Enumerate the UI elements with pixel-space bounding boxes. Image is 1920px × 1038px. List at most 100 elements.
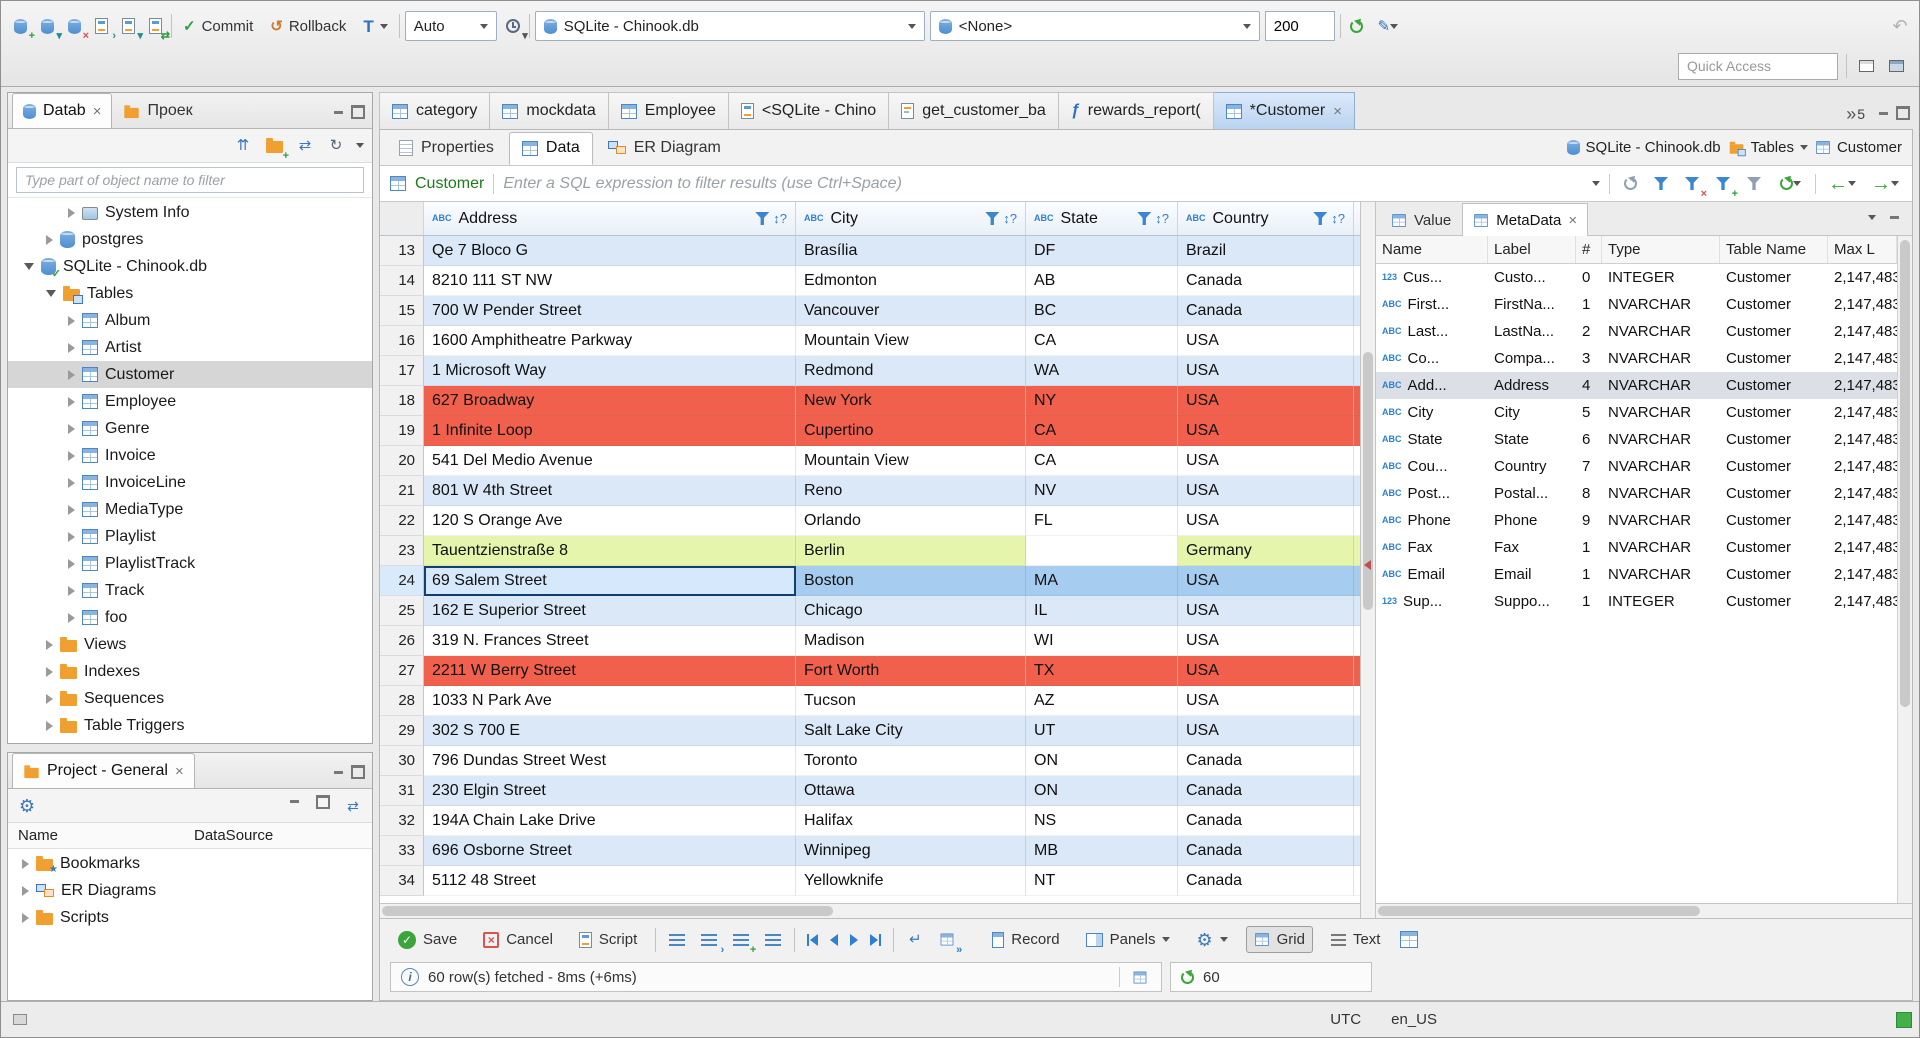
state-cell[interactable]: ON [1026,746,1178,776]
breadcrumb-database[interactable]: SQLite - Chinook.db [1566,139,1721,156]
country-cell[interactable]: USA [1178,326,1354,356]
city-cell[interactable]: Ottawa [796,776,1026,806]
row-number-cell[interactable]: 20 [380,446,424,476]
tree-item-album[interactable]: Album [8,307,372,334]
minimize-icon[interactable] [1886,209,1902,225]
state-cell[interactable]: MB [1026,836,1178,866]
state-cell[interactable]: AZ [1026,686,1178,716]
city-cell[interactable]: Fort Worth [796,656,1026,686]
tree-item-playlist[interactable]: Playlist [8,523,372,550]
tree-item-data-types[interactable]: Data Types [8,739,372,743]
metadata-row[interactable]: ABC Cou... Country 7 NVARCHAR Customer 2,147,4… [1376,453,1897,480]
state-cell[interactable]: AB [1026,266,1178,296]
country-cell[interactable]: USA [1178,356,1354,386]
view-menu-icon[interactable] [356,143,364,148]
expand-arrow-icon[interactable] [68,558,75,569]
link-project-icon[interactable]: ⇄ [342,795,364,817]
active-schema-combo[interactable]: <None> [929,11,1260,41]
row-number-cell[interactable]: 21 [380,476,424,506]
tree-item-indexes[interactable]: Indexes [8,658,372,685]
city-cell[interactable]: Berlin [796,536,1026,566]
filter-icon[interactable] [1137,212,1152,225]
close-icon[interactable]: × [175,764,184,779]
city-cell[interactable]: Toronto [796,746,1026,776]
address-cell[interactable]: 302 S 700 E [424,716,796,746]
state-cell[interactable]: NY [1026,386,1178,416]
expand-arrow-icon[interactable] [68,531,75,542]
tree-item-playlisttrack[interactable]: PlaylistTrack [8,550,372,577]
row-number-cell[interactable]: 28 [380,686,424,716]
maximize-icon[interactable] [1895,105,1911,121]
tree-item-table-triggers[interactable]: Table Triggers [8,712,372,739]
row-number-cell[interactable]: 31 [380,776,424,806]
city-cell[interactable]: Orlando [796,506,1026,536]
state-cell[interactable]: ON [1026,776,1178,806]
meta-column-header-type[interactable]: Type [1602,236,1720,263]
maximize-icon[interactable] [350,764,366,780]
row-number-cell[interactable]: 27 [380,656,424,686]
project-item-scripts[interactable]: Scripts [8,904,372,931]
address-cell[interactable]: 120 S Orange Ave [424,506,796,536]
metadata-row[interactable]: ABC City City 5 NVARCHAR Customer 2,147,483 [1376,399,1897,426]
sort-icon[interactable]: ↕? [1003,211,1017,226]
address-cell[interactable]: 801 W 4th Street [424,476,796,506]
row-number-cell[interactable]: 14 [380,266,424,296]
column-header-city[interactable]: ABC City ↕? [796,202,1026,235]
metadata-row[interactable]: ABC Email Email 1 NVARCHAR Customer 2,147,483 [1376,561,1897,588]
state-cell[interactable]: CA [1026,416,1178,446]
tree-item-postgres[interactable]: postgres [8,226,372,253]
city-cell[interactable]: Boston [796,566,1026,596]
tree-item-sequences[interactable]: Sequences [8,685,372,712]
state-cell[interactable]: NV [1026,476,1178,506]
rollback-button[interactable]: ↺ Rollback [264,15,352,38]
new-sql-editor-icon[interactable]: › [90,15,116,42]
metadata-row[interactable]: 123 Cus... Custo... 0 INTEGER Customer 2,147,4… [1376,264,1897,291]
expand-arrow-icon[interactable] [22,912,29,923]
project-settings-icon[interactable] [16,795,38,817]
editor-tab-sqlite-chino[interactable]: <SQLite - Chino [728,92,890,129]
address-cell[interactable]: 194A Chain Lake Drive [424,806,796,836]
tab-data[interactable]: Data [508,131,593,165]
country-cell[interactable]: Canada [1178,746,1354,776]
breadcrumb-tables[interactable]: Tables [1728,139,1808,157]
expand-arrow-icon[interactable] [68,585,75,596]
metadata-row[interactable]: ABC Phone Phone 9 NVARCHAR Customer 2,147,483 [1376,507,1897,534]
metadata-row[interactable]: ABC Fax Fax 1 NVARCHAR Customer 2,147,483 [1376,534,1897,561]
row-number-cell[interactable]: 18 [380,386,424,416]
scrollbar-thumb[interactable] [382,906,833,916]
tab-er-diagram[interactable]: ER Diagram [595,134,734,162]
sync-connection-icon[interactable] [1346,15,1368,37]
tree-item-artist[interactable]: Artist [8,334,372,361]
country-cell[interactable]: Canada [1178,776,1354,806]
reload-data-icon[interactable] [1619,173,1641,195]
city-cell[interactable]: New York [796,386,1026,416]
editor-tab-get-customer-ba[interactable]: get_customer_ba [889,92,1059,129]
tree-item-system-info[interactable]: System Info [8,199,372,226]
column-header-country[interactable]: ABC Country ↕? [1178,202,1354,235]
address-cell[interactable]: 2211 W Berry Street [424,656,796,686]
metadata-row[interactable]: ABC Co... Compa... 3 NVARCHAR Customer 2,147,4… [1376,345,1897,372]
scrollbar-thumb[interactable] [1900,240,1910,707]
close-icon[interactable]: × [1568,213,1577,228]
tree-item-employee[interactable]: Employee [8,388,372,415]
minimize-icon[interactable] [330,764,346,780]
expand-arrow-icon[interactable] [68,477,75,488]
address-cell[interactable]: 230 Elgin Street [424,776,796,806]
minimize-icon[interactable] [330,104,346,120]
city-cell[interactable]: Winnipeg [796,836,1026,866]
duplicate-row-icon[interactable] [762,929,784,951]
city-cell[interactable]: Halifax [796,806,1026,836]
tab-value[interactable]: Value [1380,205,1462,235]
row-number-cell[interactable]: 30 [380,746,424,776]
transaction-mode-combo[interactable]: Auto [404,11,497,41]
address-cell[interactable]: 700 W Pender Street [424,296,796,326]
sort-icon[interactable]: ↕? [1331,211,1345,226]
open-sql-script-icon[interactable]: ▾ [117,15,143,42]
panels-button[interactable]: Panels [1078,926,1179,953]
collapse-arrow-icon[interactable] [24,263,34,270]
meta-column-header-max-l[interactable]: Max L [1828,236,1897,263]
country-cell[interactable]: Canada [1178,806,1354,836]
city-cell[interactable]: Yellowknife [796,866,1026,896]
tree-item-views[interactable]: Views [8,631,372,658]
state-cell[interactable]: WA [1026,356,1178,386]
